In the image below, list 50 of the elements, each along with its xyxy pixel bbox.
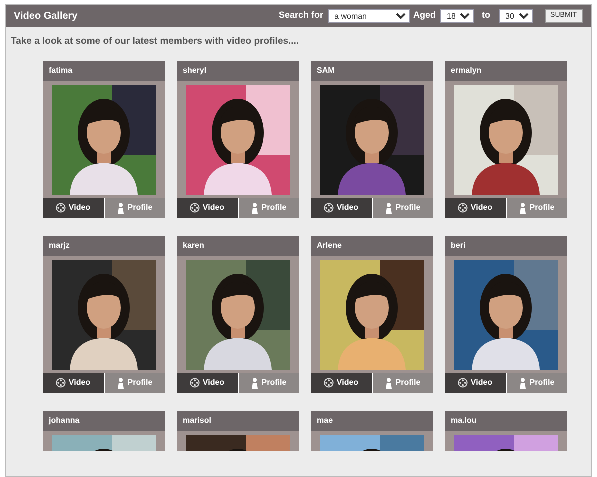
- member-name: johanna: [43, 411, 165, 432]
- video-button[interactable]: Video: [177, 198, 238, 218]
- profile-button[interactable]: Profile: [104, 198, 165, 218]
- person-icon: [116, 202, 125, 214]
- film-reel-icon: [56, 203, 66, 214]
- film-reel-icon: [458, 378, 468, 388]
- member-name: beri: [445, 236, 567, 256]
- video-button[interactable]: Video: [445, 373, 506, 394]
- page-title: Video Gallery: [14, 10, 78, 24]
- profile-button[interactable]: Profile: [104, 373, 165, 394]
- member-name: SAM: [311, 61, 433, 82]
- to-label: to: [482, 9, 491, 22]
- member-name: mae: [311, 411, 433, 432]
- film-reel-icon: [190, 203, 200, 214]
- profile-button[interactable]: Profile: [238, 373, 299, 394]
- person-icon: [384, 378, 393, 389]
- intro-text: Take a look at some of our latest members with video profiles....: [10, 35, 300, 49]
- person-icon: [518, 202, 527, 214]
- member-name: ermalyn: [445, 61, 567, 82]
- member-name: fatima: [43, 61, 165, 82]
- profile-button[interactable]: Profile: [238, 198, 299, 218]
- profile-button[interactable]: Profile: [506, 198, 567, 218]
- aged-label: Aged: [414, 9, 436, 22]
- person-icon: [250, 378, 259, 389]
- member-name: sheryl: [177, 61, 299, 82]
- person-icon: [250, 202, 259, 214]
- profile-button[interactable]: Profile: [372, 373, 433, 394]
- member-name: marjz: [43, 236, 165, 256]
- video-button[interactable]: Video: [445, 198, 506, 218]
- film-reel-icon: [324, 203, 334, 214]
- person-icon: [116, 378, 125, 389]
- video-button[interactable]: Video: [311, 198, 372, 218]
- member-name: ma.lou: [445, 411, 567, 432]
- film-reel-icon: [56, 378, 66, 388]
- video-button[interactable]: Video: [43, 373, 104, 394]
- video-button[interactable]: Video: [177, 373, 238, 394]
- search-label: Search for: [279, 9, 324, 22]
- film-reel-icon: [190, 378, 200, 388]
- person-icon: [384, 202, 393, 214]
- member-name: karen: [177, 236, 299, 256]
- seeking-select[interactable]: a woman: [328, 9, 410, 23]
- video-button[interactable]: Video: [311, 373, 372, 394]
- member-name: Arlene: [311, 236, 433, 256]
- video-button[interactable]: Video: [43, 198, 104, 218]
- profile-button[interactable]: Profile: [372, 198, 433, 218]
- film-reel-icon: [324, 378, 334, 388]
- profile-button[interactable]: Profile: [506, 373, 567, 394]
- member-name: marisol: [177, 411, 299, 432]
- person-icon: [518, 378, 527, 389]
- film-reel-icon: [458, 203, 468, 214]
